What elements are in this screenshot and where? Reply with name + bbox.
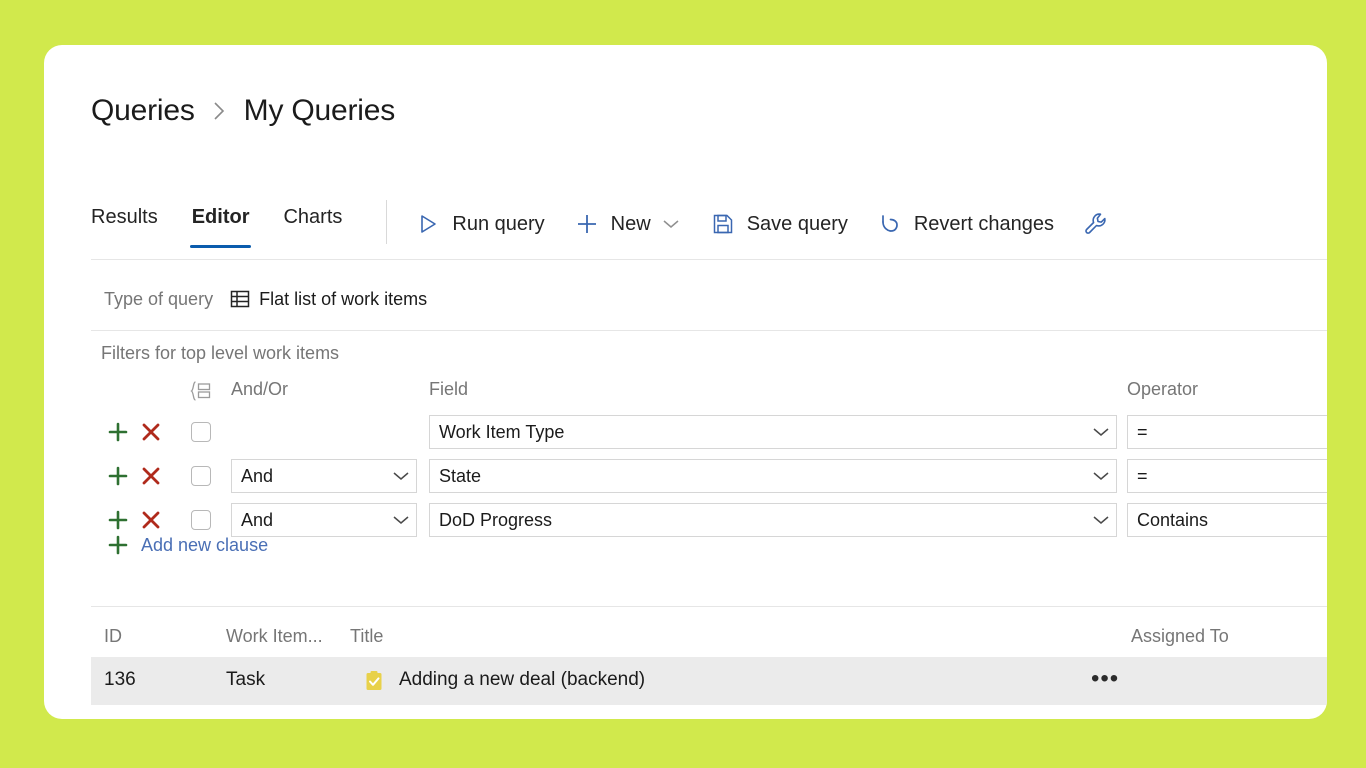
field-select[interactable]: Work Item Type bbox=[429, 415, 1117, 449]
operator-select[interactable]: = bbox=[1127, 415, 1327, 449]
chevron-right-icon bbox=[213, 100, 226, 122]
operator-select-value: Contains bbox=[1128, 510, 1327, 531]
breadcrumb-current[interactable]: My Queries bbox=[244, 94, 395, 128]
tab-list: Results Editor Charts bbox=[91, 197, 376, 259]
wrench-icon bbox=[1083, 211, 1109, 237]
new-button[interactable]: New bbox=[574, 211, 681, 237]
save-query-button[interactable]: Save query bbox=[710, 211, 848, 237]
column-header-id: ID bbox=[104, 626, 122, 647]
revert-changes-button[interactable]: Revert changes bbox=[877, 211, 1054, 237]
add-clause-row-icon[interactable] bbox=[106, 464, 130, 488]
run-query-button[interactable]: Run query bbox=[415, 211, 544, 237]
play-triangle-icon bbox=[415, 211, 441, 237]
type-of-query-label: Type of query bbox=[104, 289, 213, 310]
toolbar: Run query New bbox=[415, 197, 1120, 249]
chevron-down-icon bbox=[661, 214, 681, 234]
operator-select[interactable]: = bbox=[1127, 459, 1327, 493]
filter-row: Work Item Type = bbox=[91, 410, 1327, 454]
operator-select[interactable]: Contains bbox=[1127, 503, 1327, 537]
filter-row: And DoD Progress C bbox=[91, 498, 1327, 542]
divider-under-toolbar bbox=[91, 259, 1327, 260]
plus-icon bbox=[106, 533, 130, 557]
tab-editor[interactable]: Editor bbox=[192, 197, 250, 259]
filter-row-checkbox[interactable] bbox=[191, 466, 211, 486]
chevron-down-icon bbox=[386, 470, 416, 482]
breadcrumb-root[interactable]: Queries bbox=[91, 94, 195, 128]
save-query-label: Save query bbox=[747, 213, 848, 236]
new-label: New bbox=[611, 213, 651, 236]
task-clipboard-icon bbox=[363, 670, 385, 692]
column-header-operator: Operator bbox=[1127, 379, 1198, 400]
filters-title: Filters for top level work items bbox=[101, 343, 339, 364]
run-query-label: Run query bbox=[452, 213, 544, 236]
operator-select-value: = bbox=[1128, 422, 1327, 443]
undo-arrow-icon bbox=[877, 211, 903, 237]
column-header-field: Field bbox=[429, 379, 468, 400]
column-header-work-item-type: Work Item... bbox=[226, 626, 323, 647]
filter-row: And State = bbox=[91, 454, 1327, 498]
add-clause-row-icon[interactable] bbox=[106, 420, 130, 444]
cell-assigned-to: ••• bbox=[1091, 665, 1119, 693]
column-header-and-or: And/Or bbox=[231, 379, 288, 400]
chevron-down-icon bbox=[1086, 426, 1116, 438]
column-header-assigned-to: Assigned To bbox=[1131, 626, 1229, 647]
divider-under-type-of-query bbox=[91, 330, 1327, 331]
field-select-value: State bbox=[430, 466, 1086, 487]
filter-row-checkbox[interactable] bbox=[191, 510, 211, 530]
remove-clause-row-icon[interactable] bbox=[139, 508, 163, 532]
remove-clause-row-icon[interactable] bbox=[139, 464, 163, 488]
type-of-query: Type of query Flat list of work items bbox=[104, 288, 427, 310]
field-select-value: Work Item Type bbox=[430, 422, 1086, 443]
results-table-header: ID Work Item... Title Assigned To bbox=[91, 606, 1327, 657]
cell-id: 136 bbox=[104, 669, 136, 691]
toolbar-divider bbox=[386, 200, 387, 244]
field-select[interactable]: State bbox=[429, 459, 1117, 493]
and-or-select[interactable]: And bbox=[231, 503, 417, 537]
filter-grid: And/Or Field Operator bbox=[91, 377, 1327, 542]
cell-title: Adding a new deal (backend) bbox=[399, 669, 645, 691]
group-clauses-icon[interactable] bbox=[189, 381, 213, 401]
add-clause-row-icon[interactable] bbox=[106, 508, 130, 532]
and-or-select[interactable]: And bbox=[231, 459, 417, 493]
column-header-title: Title bbox=[350, 626, 383, 647]
and-or-select-value: And bbox=[232, 510, 386, 531]
filter-row-checkbox[interactable] bbox=[191, 422, 211, 442]
breadcrumb: Queries My Queries bbox=[91, 87, 395, 135]
type-of-query-value[interactable]: Flat list of work items bbox=[259, 289, 427, 310]
field-select-value: DoD Progress bbox=[430, 510, 1086, 531]
add-new-clause-button[interactable]: Add new clause bbox=[91, 533, 268, 557]
tab-charts[interactable]: Charts bbox=[283, 197, 342, 259]
results-table: ID Work Item... Title Assigned To 136 Ta… bbox=[91, 606, 1327, 705]
chevron-down-icon bbox=[1086, 514, 1116, 526]
revert-changes-label: Revert changes bbox=[914, 213, 1054, 236]
chevron-down-icon bbox=[386, 514, 416, 526]
cell-work-item-type: Task bbox=[226, 669, 265, 691]
save-floppy-icon bbox=[710, 211, 736, 237]
settings-button[interactable] bbox=[1083, 211, 1120, 237]
and-or-select-value: And bbox=[232, 466, 386, 487]
field-select[interactable]: DoD Progress bbox=[429, 503, 1117, 537]
filter-grid-header: And/Or Field Operator bbox=[91, 377, 1327, 410]
add-new-clause-label: Add new clause bbox=[141, 535, 268, 556]
tab-results[interactable]: Results bbox=[91, 197, 158, 259]
table-row[interactable]: 136 Task Adding a new deal (backend) ••• bbox=[91, 657, 1327, 705]
operator-select-value: = bbox=[1128, 466, 1327, 487]
query-editor-card: Queries My Queries Results Editor Charts bbox=[44, 45, 1327, 719]
plus-icon bbox=[574, 211, 600, 237]
command-bar: Results Editor Charts Run query bbox=[91, 197, 1327, 259]
chevron-down-icon bbox=[1086, 470, 1116, 482]
remove-clause-row-icon[interactable] bbox=[139, 420, 163, 444]
table-grid-icon bbox=[229, 288, 251, 310]
